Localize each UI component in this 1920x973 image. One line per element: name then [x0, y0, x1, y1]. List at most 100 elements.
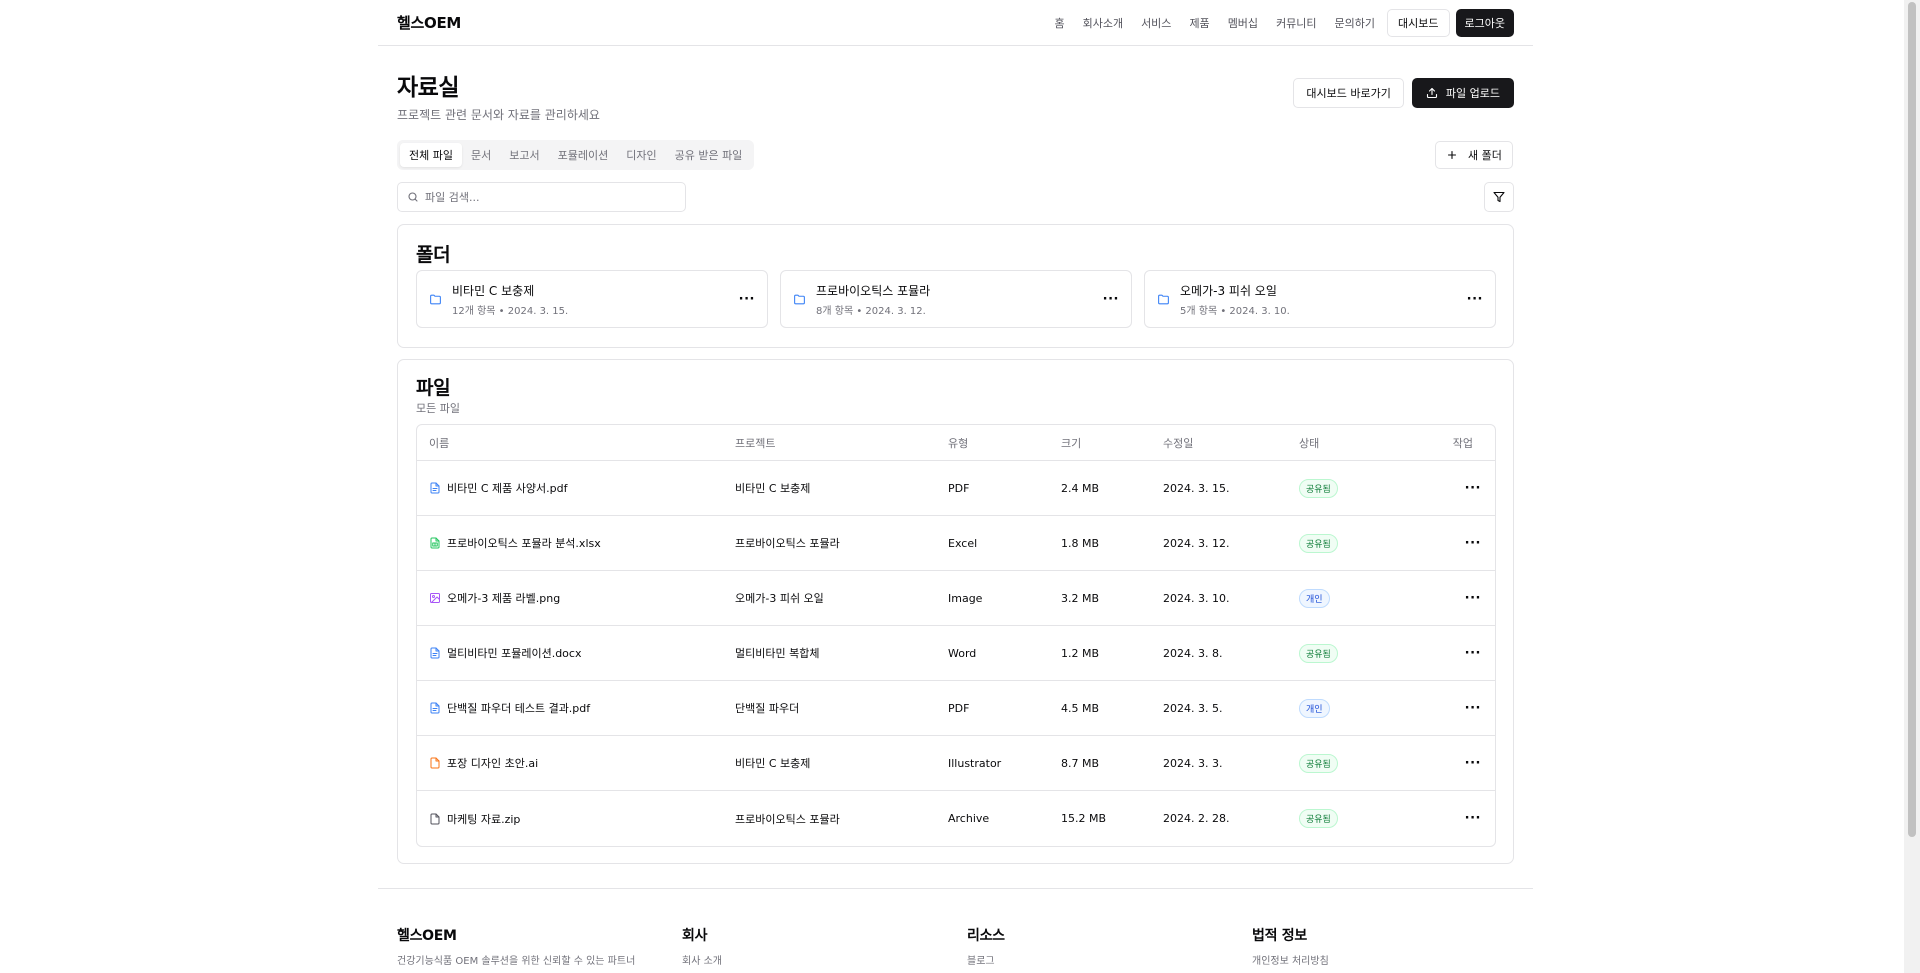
- file-modified: 2024. 2. 28.: [1163, 812, 1230, 825]
- more-options-icon[interactable]: ···: [1465, 536, 1481, 551]
- nav-about[interactable]: 회사소개: [1083, 15, 1123, 31]
- footer-company: 회사 회사 소개: [682, 925, 942, 969]
- go-dashboard-button[interactable]: 대시보드 바로가기: [1293, 78, 1404, 108]
- page-subtitle: 프로젝트 관련 문서와 자료를 관리하세요: [397, 108, 600, 122]
- file-project: 프로바이오틱스 포뮬라: [735, 537, 840, 550]
- file-size: 8.7 MB: [1061, 756, 1100, 770]
- nav-membership[interactable]: 멤버십: [1228, 15, 1258, 31]
- file-modified: 2024. 3. 12.: [1163, 536, 1230, 550]
- more-options-icon[interactable]: ···: [1103, 293, 1119, 306]
- file-modified: 2024. 3. 3.: [1163, 756, 1223, 770]
- column-header-actions: 작업: [1452, 436, 1473, 450]
- column-header-name: 이름: [429, 436, 450, 450]
- file-size: 3.2 MB: [1061, 591, 1100, 605]
- more-options-icon[interactable]: ···: [1465, 701, 1481, 716]
- column-header-type: 유형: [948, 436, 969, 450]
- upload-file-button[interactable]: 파일 업로드: [1411, 78, 1514, 108]
- file-name-cell: 마케팅 자료.zip: [417, 811, 735, 827]
- status-badge: 공유됨: [1299, 753, 1338, 773]
- nav-services[interactable]: 서비스: [1141, 15, 1171, 31]
- folder-icon: [1157, 293, 1170, 306]
- file-actions-cell: ···: [1429, 592, 1495, 605]
- nav-home[interactable]: 홈: [1054, 15, 1064, 31]
- file-name[interactable]: 멀티비타민 포뮬레이션.docx: [447, 645, 581, 661]
- file-name[interactable]: 마케팅 자료.zip: [447, 811, 520, 827]
- table-header: 이름 프로젝트 유형 크기 수정일 상태 작업: [417, 425, 1495, 461]
- folder-meta: 12개 항목 • 2024. 3. 15.: [452, 305, 569, 317]
- tab-documents[interactable]: 문서: [462, 143, 500, 167]
- filter-button[interactable]: [1484, 182, 1514, 212]
- tab-formulations[interactable]: 포뮬레이션: [549, 143, 618, 167]
- file-name[interactable]: 프로바이오틱스 포뮬라 분석.xlsx: [447, 535, 601, 551]
- file-size: 2.4 MB: [1061, 481, 1100, 495]
- tab-all-files[interactable]: 전체 파일: [400, 143, 462, 167]
- nav-products[interactable]: 제품: [1189, 15, 1209, 31]
- table-row[interactable]: 마케팅 자료.zip 프로바이오틱스 포뮬라 Archive 15.2 MB 2024.…: [417, 791, 1495, 846]
- file-name-cell: 프로바이오틱스 포뮬라 분석.xlsx: [417, 535, 735, 551]
- scrollbar-thumb[interactable]: [1908, 2, 1916, 837]
- footer-link-privacy[interactable]: 개인정보 처리방침: [1252, 954, 1512, 969]
- tab-shared-with-me[interactable]: 공유 받은 파일: [666, 143, 752, 167]
- more-options-icon[interactable]: ···: [1465, 756, 1481, 771]
- nav-contact[interactable]: 문의하기: [1335, 15, 1375, 31]
- design-file-icon: [429, 757, 441, 769]
- file-actions-cell: ···: [1429, 537, 1495, 550]
- folder-icon: [429, 293, 442, 306]
- more-options-icon[interactable]: ···: [1465, 591, 1481, 606]
- file-type: PDF: [948, 481, 970, 495]
- footer-link-about[interactable]: 회사 소개: [682, 954, 942, 969]
- file-name[interactable]: 단백질 파우더 테스트 결과.pdf: [447, 700, 590, 716]
- main-nav: 홈 회사소개 서비스 제품 멤버십 커뮤니티 문의하기 대시보드 로그아웃: [1054, 8, 1514, 37]
- footer-resources: 리소스 블로그: [967, 925, 1227, 969]
- table-row[interactable]: 비타민 C 제품 사양서.pdf 비타민 C 보충제 PDF 2.4 MB 2024. …: [417, 461, 1495, 516]
- folder-icon: [793, 293, 806, 306]
- new-folder-button[interactable]: 새 폴더: [1435, 141, 1513, 169]
- folder-item[interactable]: 비타민 C 보충제 12개 항목 • 2024. 3. 15. ···: [416, 270, 768, 328]
- tab-design[interactable]: 디자인: [617, 143, 665, 167]
- table-row[interactable]: 프로바이오틱스 포뮬라 분석.xlsx 프로바이오틱스 포뮬라 Excel 1.8 M…: [417, 516, 1495, 571]
- footer-company-title: 회사: [682, 928, 708, 944]
- more-options-icon[interactable]: ···: [1465, 811, 1481, 826]
- file-actions-cell: ···: [1429, 702, 1495, 715]
- table-row[interactable]: 포장 디자인 초안.ai 비타민 C 보충제 Illustrator 8.7 MB 20…: [417, 736, 1495, 791]
- file-type: Word: [948, 646, 977, 660]
- file-project: 멀티비타민 복합체: [735, 647, 820, 660]
- file-name-cell: 포장 디자인 초안.ai: [417, 755, 735, 771]
- nav-community[interactable]: 커뮤니티: [1276, 15, 1316, 31]
- file-project: 오메가-3 피쉬 오일: [735, 592, 824, 605]
- file-name[interactable]: 포장 디자인 초안.ai: [447, 755, 538, 771]
- more-options-icon[interactable]: ···: [739, 293, 755, 306]
- spreadsheet-icon: [429, 537, 441, 549]
- footer-legal: 법적 정보 개인정보 처리방침: [1252, 925, 1512, 969]
- page-scrollbar[interactable]: [1904, 0, 1920, 973]
- status-badge: 공유됨: [1299, 643, 1338, 663]
- logout-button[interactable]: 로그아웃: [1455, 8, 1514, 37]
- table-row[interactable]: 단백질 파우더 테스트 결과.pdf 단백질 파우더 PDF 4.5 MB 2024. …: [417, 681, 1495, 736]
- page-title: 자료실: [397, 75, 459, 101]
- site-header: 헬스OEM 홈 회사소개 서비스 제품 멤버십 커뮤니티 문의하기 대시보드 로…: [378, 0, 1533, 46]
- folder-item[interactable]: 프로바이오틱스 포뮬라 8개 항목 • 2024. 3. 12. ···: [780, 270, 1132, 328]
- search-input[interactable]: [425, 190, 665, 204]
- file-status-cell: 공유됨: [1299, 809, 1429, 828]
- folder-item[interactable]: 오메가-3 피쉬 오일 5개 항목 • 2024. 3. 10. ···: [1144, 270, 1496, 328]
- table-row[interactable]: 오메가-3 제품 라벨.png 오메가-3 피쉬 오일 Image 3.2 MB 202…: [417, 571, 1495, 626]
- file-name[interactable]: 비타민 C 제품 사양서.pdf: [447, 480, 567, 496]
- site-logo[interactable]: 헬스OEM: [397, 12, 461, 33]
- file-type: Archive: [948, 812, 990, 825]
- more-options-icon[interactable]: ···: [1465, 646, 1481, 661]
- file-name[interactable]: 오메가-3 제품 라벨.png: [447, 590, 560, 606]
- files-description: 모든 파일: [416, 402, 460, 415]
- file-status-cell: 공유됨: [1299, 753, 1429, 773]
- search-icon: [407, 191, 419, 203]
- more-options-icon[interactable]: ···: [1465, 481, 1481, 496]
- file-status-cell: 공유됨: [1299, 643, 1429, 663]
- tab-reports[interactable]: 보고서: [500, 143, 548, 167]
- dashboard-button[interactable]: 대시보드: [1387, 8, 1450, 37]
- file-status-cell: 개인: [1299, 698, 1429, 718]
- footer-link-blog[interactable]: 블로그: [967, 954, 1227, 969]
- column-header-modified: 수정일: [1163, 436, 1194, 450]
- more-options-icon[interactable]: ···: [1467, 293, 1483, 306]
- document-icon: [429, 482, 441, 494]
- table-row[interactable]: 멀티비타민 포뮬레이션.docx 멀티비타민 복합체 Word 1.2 MB 2024.…: [417, 626, 1495, 681]
- file-name-cell: 멀티비타민 포뮬레이션.docx: [417, 645, 735, 661]
